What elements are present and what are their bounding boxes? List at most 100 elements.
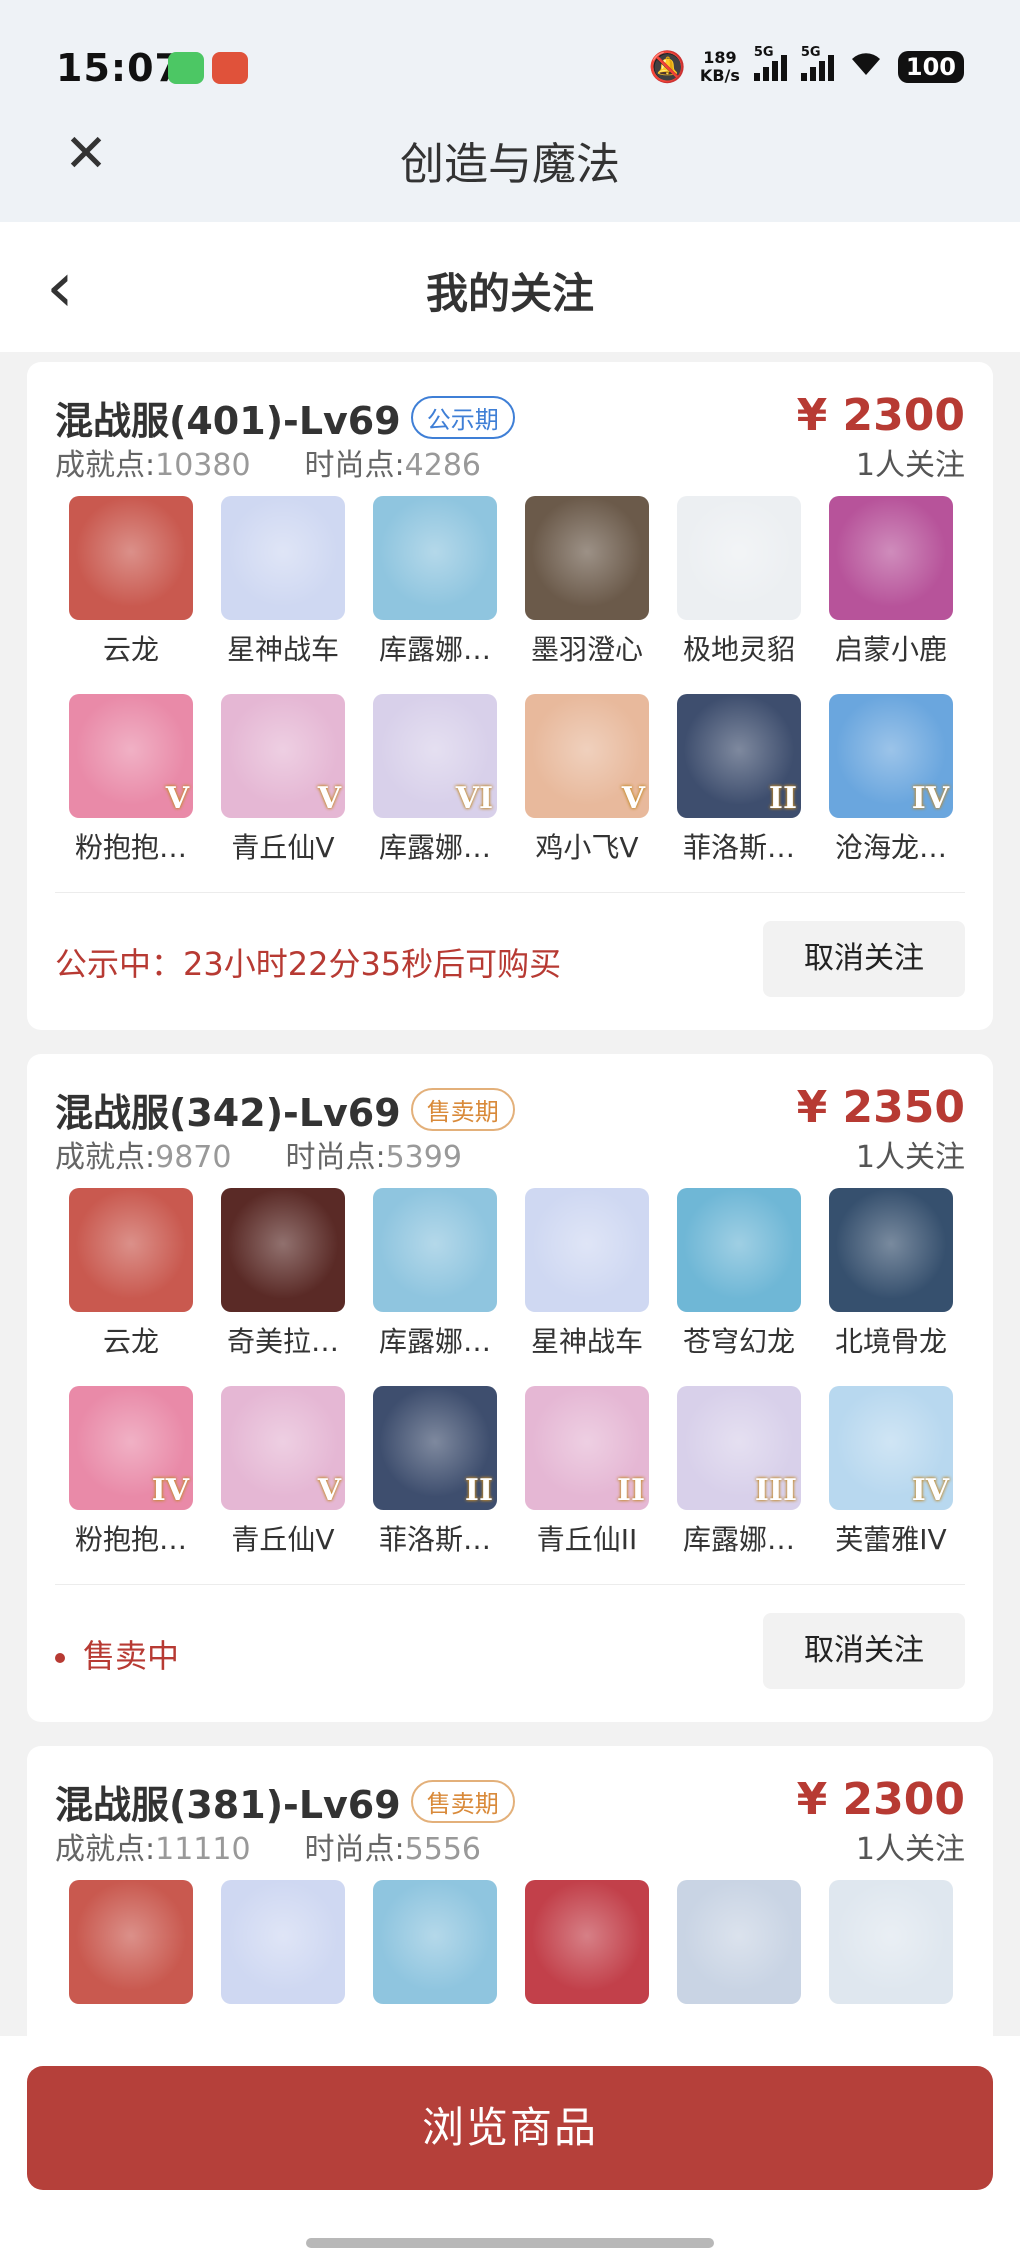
item-thumbnail: VI bbox=[373, 694, 497, 818]
item-thumbnail bbox=[221, 1188, 345, 1312]
rank-badge: V bbox=[621, 781, 645, 816]
item-thumbnail: V bbox=[69, 694, 193, 818]
achievement-value: 9870 bbox=[155, 1140, 232, 1175]
rank-badge: VI bbox=[455, 781, 493, 816]
app-notification-icon bbox=[212, 52, 248, 84]
item-name: 库露娜… bbox=[682, 1523, 795, 1556]
item-cell[interactable]: 库露娜… bbox=[359, 496, 511, 694]
item-thumbnail: V bbox=[525, 694, 649, 818]
rank-badge: IV bbox=[911, 1473, 949, 1508]
item-thumbnail: III bbox=[677, 1386, 801, 1510]
item-name: 粉抱抱… bbox=[74, 831, 187, 864]
item-cell[interactable]: 启蒙小鹿 bbox=[815, 496, 967, 694]
item-thumbnail bbox=[373, 496, 497, 620]
item-name: 菲洛斯… bbox=[378, 1523, 491, 1556]
item-thumbnail: II bbox=[373, 1386, 497, 1510]
card-header: 混战服(342)-Lv69 售卖期 ¥ 2350 1人关注 成就点:9870 时尚点:53… bbox=[55, 1082, 965, 1175]
signal-5g-icon: 5G bbox=[753, 45, 787, 81]
rank-badge: III bbox=[754, 1473, 797, 1508]
item-name: 库露娜… bbox=[378, 831, 491, 864]
item-cell[interactable]: V 青丘仙V bbox=[207, 1386, 359, 1584]
item-thumbnail bbox=[373, 1880, 497, 2004]
item-cell[interactable]: 苍穹幻龙 bbox=[663, 1188, 815, 1386]
fashion-label: 时尚点: bbox=[304, 1832, 405, 1867]
item-name: 北境骨龙 bbox=[834, 1325, 947, 1358]
rank-badge: II bbox=[768, 781, 797, 816]
item-cell[interactable]: 北境骨龙 bbox=[815, 1188, 967, 1386]
item-name: 青丘仙V bbox=[231, 831, 335, 864]
status-dot bbox=[55, 1653, 65, 1663]
item-cell[interactable]: 云龙 bbox=[55, 496, 207, 694]
item-cell[interactable]: II 菲洛斯… bbox=[663, 694, 815, 892]
item-cell[interactable]: V 粉抱抱… bbox=[55, 694, 207, 892]
item-thumbnail: IV bbox=[829, 1386, 953, 1510]
card-footer: 售卖中 取消关注 bbox=[55, 1584, 965, 1722]
item-cell[interactable]: 奇美拉… bbox=[207, 1188, 359, 1386]
server-title: 混战服(401)-Lv69 bbox=[55, 399, 401, 443]
item-name: 库露娜… bbox=[378, 633, 491, 666]
item-thumbnail bbox=[221, 1880, 345, 2004]
battery-icon: 100 bbox=[897, 51, 964, 83]
rank-badge: IV bbox=[151, 1473, 189, 1508]
item-cell[interactable]: 极地灵貂 bbox=[663, 496, 815, 694]
sale-status-text: 售卖中 bbox=[83, 1637, 180, 1675]
item-name: 青丘仙V bbox=[231, 1523, 335, 1556]
card-header: 混战服(401)-Lv69 公示期 ¥ 2300 1人关注 成就点:10380 时尚点:4… bbox=[55, 390, 965, 483]
follower-count: 1人关注 bbox=[855, 448, 965, 483]
price: ¥ 2300 bbox=[796, 390, 965, 441]
item-thumbnail: II bbox=[677, 694, 801, 818]
status-tag: 售卖期 bbox=[410, 1088, 515, 1131]
item-cell[interactable]: VI 库露娜… bbox=[359, 694, 511, 892]
points-stats: 成就点:9870 时尚点:5399 bbox=[55, 1132, 462, 1176]
item-cell[interactable]: IV 芙蕾雅IV bbox=[815, 1386, 967, 1584]
page-header: ‹ 我的关注 bbox=[0, 222, 1020, 352]
item-cell[interactable]: III 库露娜… bbox=[663, 1386, 815, 1584]
listing-card[interactable]: 混战服(401)-Lv69 公示期 ¥ 2300 1人关注 成就点:10380 时尚点:4… bbox=[27, 362, 993, 1030]
followed-list: 混战服(401)-Lv69 公示期 ¥ 2300 1人关注 成就点:10380 时尚点:4… bbox=[27, 362, 993, 2102]
achievement-value: 10380 bbox=[155, 448, 251, 483]
browse-products-button[interactable]: 浏览商品 bbox=[27, 2066, 993, 2190]
follower-count: 1人关注 bbox=[855, 1140, 965, 1175]
item-thumbnail: V bbox=[221, 694, 345, 818]
status-tag: 售卖期 bbox=[410, 1780, 515, 1823]
item-thumbnail: IV bbox=[69, 1386, 193, 1510]
item-thumbnail bbox=[829, 496, 953, 620]
item-cell[interactable]: II 青丘仙II bbox=[511, 1386, 663, 1584]
item-cell[interactable]: IV 沧海龙… bbox=[815, 694, 967, 892]
item-thumbnail: IV bbox=[829, 694, 953, 818]
home-indicator[interactable] bbox=[306, 2238, 714, 2248]
item-cell[interactable]: II 菲洛斯… bbox=[359, 1386, 511, 1584]
item-cell[interactable]: IV 粉抱抱… bbox=[55, 1386, 207, 1584]
follower-count: 1人关注 bbox=[855, 1832, 965, 1867]
listing-card[interactable]: 混战服(381)-Lv69 售卖期 ¥ 2300 1人关注 成就点:11110 时尚点:5… bbox=[27, 1746, 993, 2078]
item-cell[interactable]: 库露娜… bbox=[359, 1188, 511, 1386]
item-thumbnail bbox=[525, 1880, 649, 2004]
achievement-label: 成就点: bbox=[55, 1140, 156, 1175]
item-cell[interactable]: 墨羽澄心 bbox=[511, 496, 663, 694]
item-thumbnail bbox=[525, 496, 649, 620]
item-thumbnail bbox=[69, 496, 193, 620]
item-cell[interactable]: 云龙 bbox=[55, 1188, 207, 1386]
card-header: 混战服(381)-Lv69 售卖期 ¥ 2300 1人关注 成就点:11110 时尚点:5… bbox=[55, 1774, 965, 1867]
item-cell[interactable]: 星神战车 bbox=[207, 496, 359, 694]
price: ¥ 2350 bbox=[796, 1082, 965, 1133]
unfollow-button[interactable]: 取消关注 bbox=[763, 921, 965, 997]
page-title: 我的关注 bbox=[425, 269, 594, 318]
item-grid: 云龙 奇美拉… 库露娜… 星神战车 苍穹幻龙 北境骨龙 IV 粉抱抱… V 青丘仙V II 菲洛斯… I… bbox=[55, 1188, 965, 1584]
status-bar: 15:07 🔕 189 KB/s 5G 5G 100 bbox=[0, 0, 1020, 110]
fashion-value: 5556 bbox=[404, 1832, 482, 1867]
item-name: 云龙 bbox=[102, 633, 159, 666]
item-thumbnail bbox=[69, 1188, 193, 1312]
network-speed: 189 KB/s bbox=[699, 48, 740, 85]
sale-status-text: 公示中：23小时22分35秒后可购买 bbox=[55, 945, 562, 983]
card-footer: 公示中：23小时22分35秒后可购买 取消关注 bbox=[55, 892, 965, 1030]
item-cell[interactable]: 星神战车 bbox=[511, 1188, 663, 1386]
item-cell[interactable]: V 青丘仙V bbox=[207, 694, 359, 892]
unfollow-button[interactable]: 取消关注 bbox=[763, 1613, 965, 1689]
fashion-label: 时尚点: bbox=[285, 1140, 386, 1175]
item-thumbnail bbox=[221, 496, 345, 620]
achievement-value: 11110 bbox=[155, 1832, 251, 1867]
item-cell[interactable]: V 鸡小飞V bbox=[511, 694, 663, 892]
listing-card[interactable]: 混战服(342)-Lv69 售卖期 ¥ 2350 1人关注 成就点:9870 时尚点:53… bbox=[27, 1054, 993, 1722]
price: ¥ 2300 bbox=[796, 1774, 965, 1825]
